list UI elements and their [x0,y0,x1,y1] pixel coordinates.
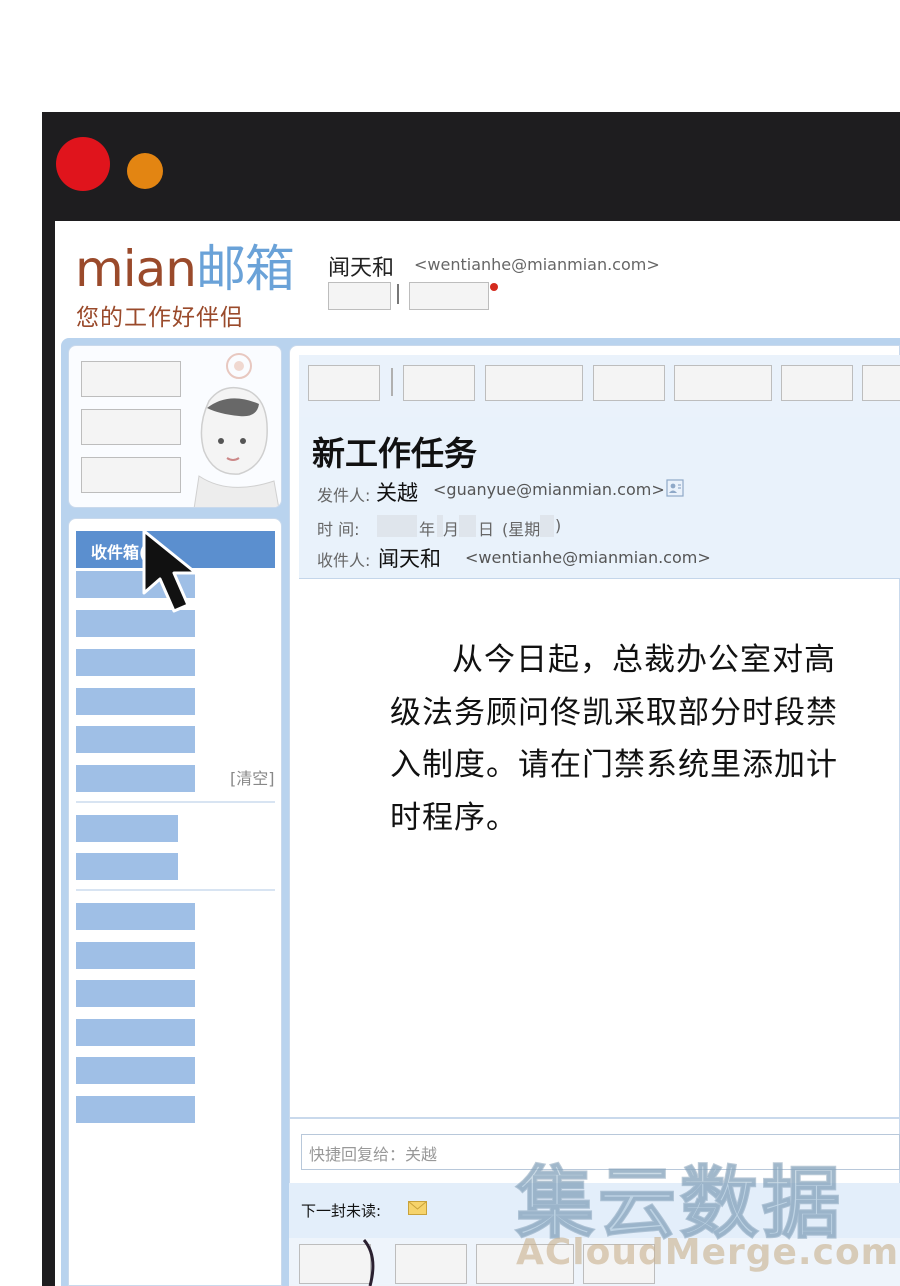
time-month-unit: 月 [443,520,460,539]
add-contact-icon[interactable] [666,479,684,497]
toolbar-divider [391,368,393,396]
folder-item[interactable] [76,1019,195,1046]
envelope-icon[interactable] [408,1201,427,1215]
folder-item[interactable] [76,942,195,969]
compose-panel [68,345,282,508]
folder-item[interactable] [76,688,195,715]
compose-button[interactable] [81,361,181,397]
bottom-reply-button[interactable] [395,1244,467,1284]
folder-item[interactable] [76,815,178,842]
toolbar-reply-all-button[interactable] [485,365,583,401]
toolbar-reply-button[interactable] [403,365,475,401]
time-weekday-open: (星期 [502,520,541,539]
message-body: 从今日起，总裁办公室对高级法务顾问佟凯采取部分时段禁入制度。请在门禁系统里添加计… [390,642,838,836]
time-day-unit: 日 [478,520,495,539]
mascot-illustration [193,353,280,507]
to-label: 收件人: [317,551,371,570]
minimize-window-button[interactable] [127,153,163,189]
app-slogan: 您的工作好伴侣 [76,305,244,331]
notification-dot [490,283,498,291]
mouse-cursor-icon [142,529,198,613]
time-weekday-redacted [540,515,554,537]
close-window-button[interactable] [56,137,110,191]
user-link-divider [397,284,399,304]
toolbar-forward-button[interactable] [593,365,665,401]
quick-reply-placeholder: 快捷回复给：关越 [309,1145,438,1164]
toolbar-mark-button[interactable] [781,365,853,401]
user-name: 闻天和 [328,256,395,281]
folder-item[interactable] [76,726,195,753]
watermark-latin: ACloudMerge.com [516,1232,900,1273]
folder-item[interactable] [76,1057,195,1084]
from-email[interactable]: <guanyue@mianmian.com> [433,480,665,499]
logo-cjk: 邮箱 [195,240,295,298]
user-link-settings[interactable] [328,282,391,310]
from-name[interactable]: 关越 [376,477,418,507]
receive-button[interactable] [81,409,181,445]
contacts-button[interactable] [81,457,181,493]
from-label: 发件人: [317,486,371,505]
time-label: 时 间: [317,520,360,539]
user-link-logout[interactable] [409,282,489,310]
folder-item[interactable] [76,980,195,1007]
next-unread-label: 下一封未读: [301,1202,382,1220]
user-email: <wentianhe@mianmian.com> [414,255,660,274]
time-day-redacted [459,515,476,537]
folder-item[interactable] [76,903,195,930]
folder-item[interactable] [76,765,195,792]
to-name[interactable]: 闻天和 [378,543,441,573]
message-subject: 新工作任务 [312,434,477,473]
toolbar-delete-button[interactable] [674,365,772,401]
toolbar-back-button[interactable] [308,365,380,401]
folder-divider [76,889,275,891]
time-weekday-close: ) [555,516,562,535]
message-toolbar [299,355,900,417]
time-year-unit: 年 [419,520,436,539]
character-hair-illustration [362,1239,375,1286]
logo-latin: mian [75,240,197,298]
toolbar-more-button[interactable] [862,365,900,401]
body-divider [289,1117,900,1119]
folder-item[interactable] [76,853,178,880]
to-email[interactable]: <wentianhe@mianmian.com> [465,548,711,567]
folder-item[interactable] [76,1096,195,1123]
clear-folder-link[interactable]: [清空] [230,765,275,789]
app-logo: mian邮箱 [75,240,295,298]
folder-divider [76,801,275,803]
folder-item[interactable] [76,649,195,676]
time-year-redacted [377,515,417,537]
